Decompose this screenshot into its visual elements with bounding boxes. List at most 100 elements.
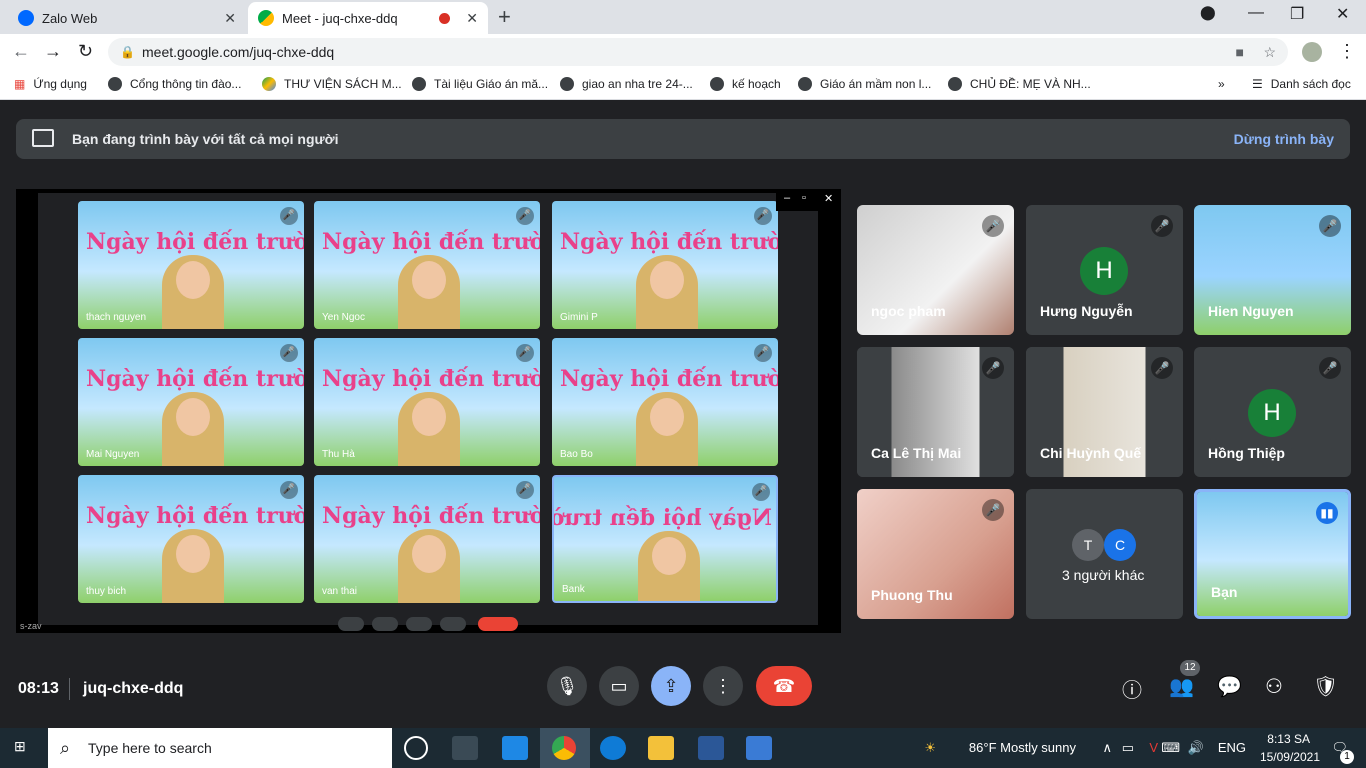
back-button[interactable]: ← bbox=[12, 41, 30, 62]
word-icon[interactable] bbox=[698, 736, 724, 760]
activities-icon[interactable]: ⚇ bbox=[1265, 674, 1283, 699]
participant-face bbox=[176, 261, 210, 299]
bookmark-star-icon[interactable]: ☆ bbox=[1263, 38, 1276, 66]
menu-icon[interactable]: ⋮ bbox=[1338, 41, 1356, 62]
lock-icon[interactable]: 🔒 bbox=[120, 38, 135, 66]
tab-meet[interactable]: Meet - juq-chxe-ddq ✕ bbox=[248, 2, 488, 34]
participant-tile[interactable]: Phuong Thu 🎤 bbox=[857, 489, 1014, 619]
close-tab-icon[interactable]: ✕ bbox=[466, 10, 478, 27]
shared-participant-thumbnail: Ngày hội đến trường của bé Bao Bo 🎤 bbox=[552, 338, 778, 466]
weather-text[interactable]: 86°F Mostly sunny bbox=[969, 740, 1076, 755]
participant-tile[interactable]: ngoc pham 🎤 bbox=[857, 205, 1014, 335]
bookmark-item[interactable]: Giáo án mầm non l... bbox=[798, 77, 931, 91]
shared-participant-thumbnail: Ngày hội đến trường của bé Thu Hà 🎤 bbox=[314, 338, 540, 466]
meet-main: Bạn đang trình bày với tất cả mọi người … bbox=[0, 101, 1366, 728]
profile-avatar[interactable] bbox=[1302, 42, 1322, 62]
mic-off-icon: 🎤 bbox=[1151, 357, 1173, 379]
taskbar-search[interactable]: ⌕ Type here to search bbox=[48, 728, 392, 768]
camera-button[interactable]: ▭ bbox=[599, 666, 639, 706]
participant-name: Ca Lê Thị Mai bbox=[871, 445, 962, 461]
presenting-banner: Bạn đang trình bày với tất cả mọi người … bbox=[16, 119, 1350, 159]
host-controls-icon[interactable]: 🛡 bbox=[1313, 674, 1338, 699]
bookmark-item[interactable]: giao an nha tre 24-... bbox=[560, 77, 693, 91]
system-date[interactable]: 15/09/2021 bbox=[1260, 750, 1320, 764]
apps-grid-icon: ▦ bbox=[14, 77, 26, 91]
meeting-controls-bar: 08:13 juq-chxe-ddq 🎙 ▭ ⇪ ⋮ ☎ ⓘ 👥 12 💬 ⚇ … bbox=[0, 646, 1366, 728]
leave-call-button[interactable]: ☎ bbox=[756, 666, 812, 706]
minimize-button[interactable]: — bbox=[1248, 4, 1264, 22]
tab-title: Zalo Web bbox=[42, 10, 98, 26]
present-now-button[interactable]: ⇪ bbox=[651, 666, 691, 706]
divider bbox=[69, 678, 70, 700]
globe-icon bbox=[798, 77, 812, 91]
new-tab-button[interactable]: + bbox=[498, 4, 511, 30]
more-bookmarks-icon[interactable]: » bbox=[1218, 77, 1225, 91]
address-bar[interactable]: 🔒 meet.google.com/juq-chxe-ddq ■ ☆ bbox=[108, 38, 1288, 66]
reload-button[interactable]: ↻ bbox=[78, 41, 93, 62]
mic-off-icon: 🎤 bbox=[516, 207, 534, 225]
volume-icon[interactable]: 🔊 bbox=[1188, 740, 1204, 756]
system-time[interactable]: 8:13 SA bbox=[1267, 732, 1310, 746]
bookmark-item[interactable]: kế hoạch bbox=[710, 77, 781, 91]
camera-icon[interactable]: ■ bbox=[1236, 38, 1244, 66]
tab-search-icon[interactable]: ⬤ bbox=[1200, 4, 1216, 21]
weather-icon: ☀ bbox=[924, 740, 936, 755]
participant-count-badge: 12 bbox=[1180, 660, 1200, 676]
participant-tile[interactable]: H Hồng Thiệp 🎤 bbox=[1194, 347, 1351, 477]
bookmark-apps[interactable]: ▦ Ứng dụng bbox=[14, 77, 87, 91]
edge-icon[interactable] bbox=[600, 736, 626, 760]
shared-screen-toolbar: s-zav bbox=[20, 617, 818, 633]
self-tile[interactable]: Bạn ▮▮ bbox=[1194, 489, 1351, 619]
meeting-details-icon[interactable]: ⓘ bbox=[1122, 674, 1142, 703]
close-window-button[interactable]: ✕ bbox=[1336, 4, 1349, 24]
stop-presenting-button[interactable]: Dừng trình bày bbox=[1234, 131, 1334, 147]
forward-button[interactable]: → bbox=[44, 41, 62, 62]
mic-off-icon: 🎤 bbox=[1151, 215, 1173, 237]
mic-off-icon: 🎤 bbox=[982, 357, 1004, 379]
participant-tile[interactable]: Chi Huỳnh Quế 🎤 bbox=[1026, 347, 1183, 477]
globe-icon bbox=[710, 77, 724, 91]
chrome-taskbar-button[interactable] bbox=[540, 728, 590, 768]
mail-icon[interactable] bbox=[502, 736, 528, 760]
participant-name: ngoc pham bbox=[871, 303, 946, 319]
participant-tile[interactable]: TC 3 người khác bbox=[1026, 489, 1183, 619]
participant-name: Chi Huỳnh Quế bbox=[1040, 445, 1142, 461]
tab-zalo[interactable]: Zalo Web ✕ bbox=[8, 2, 246, 34]
shared-participant-name: Thu Hà bbox=[322, 449, 355, 460]
photos-icon[interactable] bbox=[746, 736, 772, 760]
network-icon[interactable]: ⌨ bbox=[1161, 740, 1180, 756]
more-options-button[interactable]: ⋮ bbox=[703, 666, 743, 706]
shared-screen-content: Ngày hội đến trường của béthach nguyen🎤N… bbox=[38, 193, 818, 625]
reading-list-button[interactable]: ☰ Danh sách đọc bbox=[1252, 77, 1351, 91]
shared-participant-thumbnail: Ngày hội đến trường của bé Yen Ngoc 🎤 bbox=[314, 201, 540, 329]
participant-tile[interactable]: Ca Lê Thị Mai 🎤 bbox=[857, 347, 1014, 477]
bookmark-item[interactable]: THƯ VIỆN SÁCH M... bbox=[262, 77, 402, 91]
participant-face bbox=[176, 535, 210, 573]
mic-off-icon: 🎤 bbox=[280, 344, 298, 362]
maximize-button[interactable]: ❐ bbox=[1290, 4, 1304, 24]
participant-tile[interactable]: Hien Nguyen 🎤 bbox=[1194, 205, 1351, 335]
participant-name: Phuong Thu bbox=[871, 587, 953, 603]
slide-title: Ngày hội đến trường của bé bbox=[322, 366, 540, 392]
navigation-bar: ← → ↻ 🔒 meet.google.com/juq-chxe-ddq ■ ☆… bbox=[0, 34, 1366, 70]
show-hidden-icons[interactable]: ∧ bbox=[1102, 740, 1112, 756]
vietkey-icon[interactable]: V bbox=[1149, 740, 1158, 755]
microphone-button[interactable]: 🎙 bbox=[547, 666, 587, 706]
avatar: T bbox=[1072, 529, 1104, 561]
chrome-icon bbox=[552, 736, 576, 760]
file-explorer-icon[interactable] bbox=[648, 736, 674, 760]
bookmark-item[interactable]: Tài liệu Giáo án mă... bbox=[412, 77, 548, 91]
participant-tile[interactable]: H Hưng Nguyễn 🎤 bbox=[1026, 205, 1183, 335]
task-view-icon[interactable] bbox=[452, 736, 478, 760]
windows-start-icon[interactable]: ⊞ bbox=[14, 738, 26, 755]
battery-icon[interactable]: ▭ bbox=[1122, 740, 1134, 756]
shared-participant-name: thach nguyen bbox=[86, 312, 147, 323]
language-indicator[interactable]: ENG bbox=[1218, 740, 1246, 755]
bookmark-item[interactable]: Cổng thông tin đào... bbox=[108, 77, 241, 91]
participants-icon[interactable]: 👥 bbox=[1169, 674, 1194, 699]
bookmark-item[interactable]: CHỦ ĐỀ: MẸ VÀ NH... bbox=[948, 77, 1091, 91]
close-tab-icon[interactable]: ✕ bbox=[224, 10, 236, 27]
chat-icon[interactable]: 💬 bbox=[1217, 674, 1242, 699]
cortana-icon[interactable] bbox=[404, 736, 428, 760]
mic-off-icon: 🎤 bbox=[982, 215, 1004, 237]
